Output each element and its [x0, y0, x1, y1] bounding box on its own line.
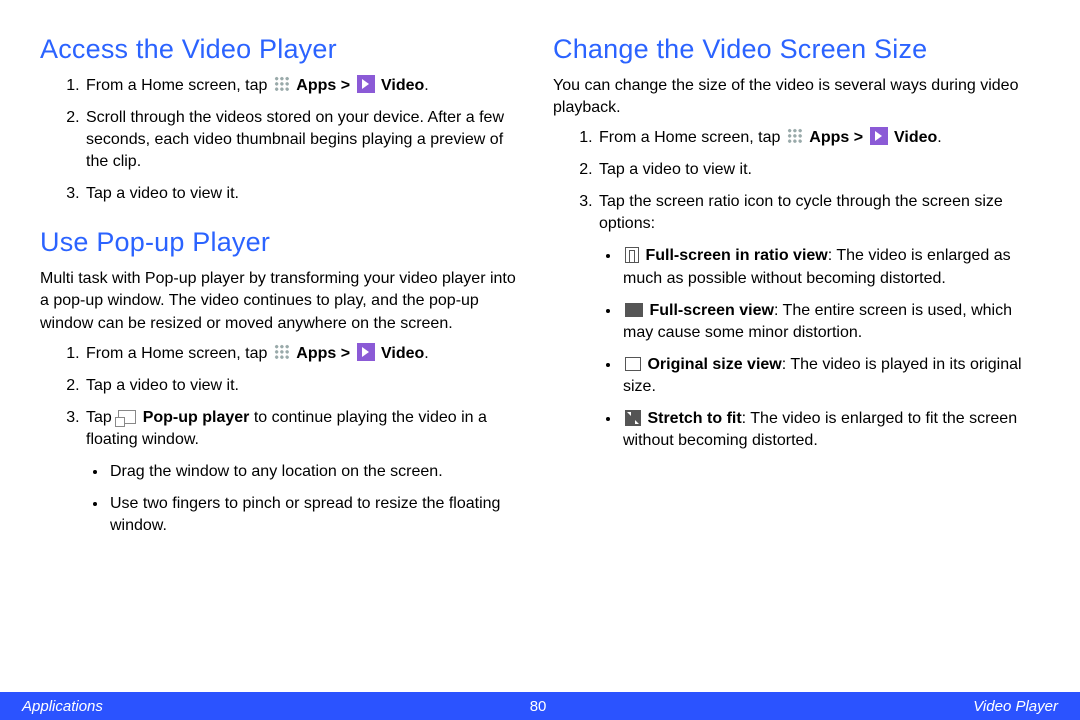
option-label: Original size view: [647, 356, 781, 373]
period: .: [937, 129, 941, 146]
period: .: [424, 345, 428, 362]
step-text: From a Home screen, tap: [599, 129, 785, 146]
apps-icon: [274, 76, 290, 92]
apps-icon: [274, 344, 290, 360]
list-item: Tap Pop-up player to continue playing th…: [84, 407, 527, 537]
option-label: Stretch to fit: [647, 410, 741, 427]
gt-separator: >: [341, 345, 350, 362]
popup-intro-text: Multi task with Pop-up player by transfo…: [40, 268, 527, 334]
apps-icon: [787, 128, 803, 144]
left-column: Access the Video Player From a Home scre…: [40, 30, 527, 682]
option-label: Full-screen view: [649, 302, 774, 319]
video-icon: [870, 127, 888, 145]
video-label: Video: [381, 345, 424, 362]
list-item: Drag the window to any location on the s…: [108, 461, 527, 483]
list-item: From a Home screen, tap Apps > Video.: [84, 75, 527, 97]
content-area: Access the Video Player From a Home scre…: [0, 0, 1080, 692]
popup-sublist: Drag the window to any location on the s…: [86, 461, 527, 537]
video-icon: [357, 75, 375, 93]
right-column: Change the Video Screen Size You can cha…: [553, 30, 1040, 682]
list-item: Tap the screen ratio icon to cycle throu…: [597, 191, 1040, 452]
stretch-to-fit-icon: [625, 410, 641, 426]
list-item: Stretch to fit: The video is enlarged to…: [621, 408, 1040, 452]
fullscreen-icon: [625, 303, 643, 317]
access-steps-list: From a Home screen, tap Apps > Video. Sc…: [40, 75, 527, 205]
apps-label: Apps: [809, 129, 849, 146]
gt-separator: >: [854, 129, 863, 146]
step-text: Tap: [86, 409, 116, 426]
screen-size-steps-list: From a Home screen, tap Apps > Video. Ta…: [553, 127, 1040, 452]
step-text: From a Home screen, tap: [86, 77, 272, 94]
list-item: Tap a video to view it.: [84, 183, 527, 205]
popup-label: Pop-up player: [143, 409, 250, 426]
list-item: Tap a video to view it.: [597, 159, 1040, 181]
apps-label: Apps: [296, 345, 336, 362]
footer-page-number: 80: [530, 698, 547, 715]
list-item: Use two fingers to pinch or spread to re…: [108, 493, 527, 537]
footer-topic-label: Video Player: [973, 698, 1058, 715]
list-item: From a Home screen, tap Apps > Video.: [597, 127, 1040, 149]
original-size-icon: [625, 357, 641, 371]
page-footer: Applications 80 Video Player: [0, 692, 1080, 720]
video-icon: [357, 343, 375, 361]
option-label: Full-screen in ratio view: [645, 247, 827, 264]
list-item: From a Home screen, tap Apps > Video.: [84, 343, 527, 365]
step-text: Tap the screen ratio icon to cycle throu…: [599, 193, 1003, 232]
list-item: Scroll through the videos stored on your…: [84, 107, 527, 173]
popup-steps-list: From a Home screen, tap Apps > Video. Ta…: [40, 343, 527, 538]
step-text: From a Home screen, tap: [86, 345, 272, 362]
list-item: Tap a video to view it.: [84, 375, 527, 397]
screen-size-options: Full-screen in ratio view: The video is …: [599, 245, 1040, 452]
heading-change-video-screen-size: Change the Video Screen Size: [553, 34, 1040, 65]
apps-label: Apps: [296, 77, 336, 94]
heading-access-video-player: Access the Video Player: [40, 34, 527, 65]
screen-size-intro-text: You can change the size of the video is …: [553, 75, 1040, 119]
list-item: Original size view: The video is played …: [621, 354, 1040, 398]
video-label: Video: [381, 77, 424, 94]
gt-separator: >: [341, 77, 350, 94]
video-label: Video: [894, 129, 937, 146]
heading-use-popup-player: Use Pop-up Player: [40, 227, 527, 258]
popup-icon: [118, 410, 136, 424]
ratio-view-icon: [625, 247, 639, 263]
page: Access the Video Player From a Home scre…: [0, 0, 1080, 720]
list-item: Full-screen in ratio view: The video is …: [621, 245, 1040, 289]
period: .: [424, 77, 428, 94]
list-item: Full-screen view: The entire screen is u…: [621, 300, 1040, 344]
footer-section-label: Applications: [22, 698, 103, 715]
